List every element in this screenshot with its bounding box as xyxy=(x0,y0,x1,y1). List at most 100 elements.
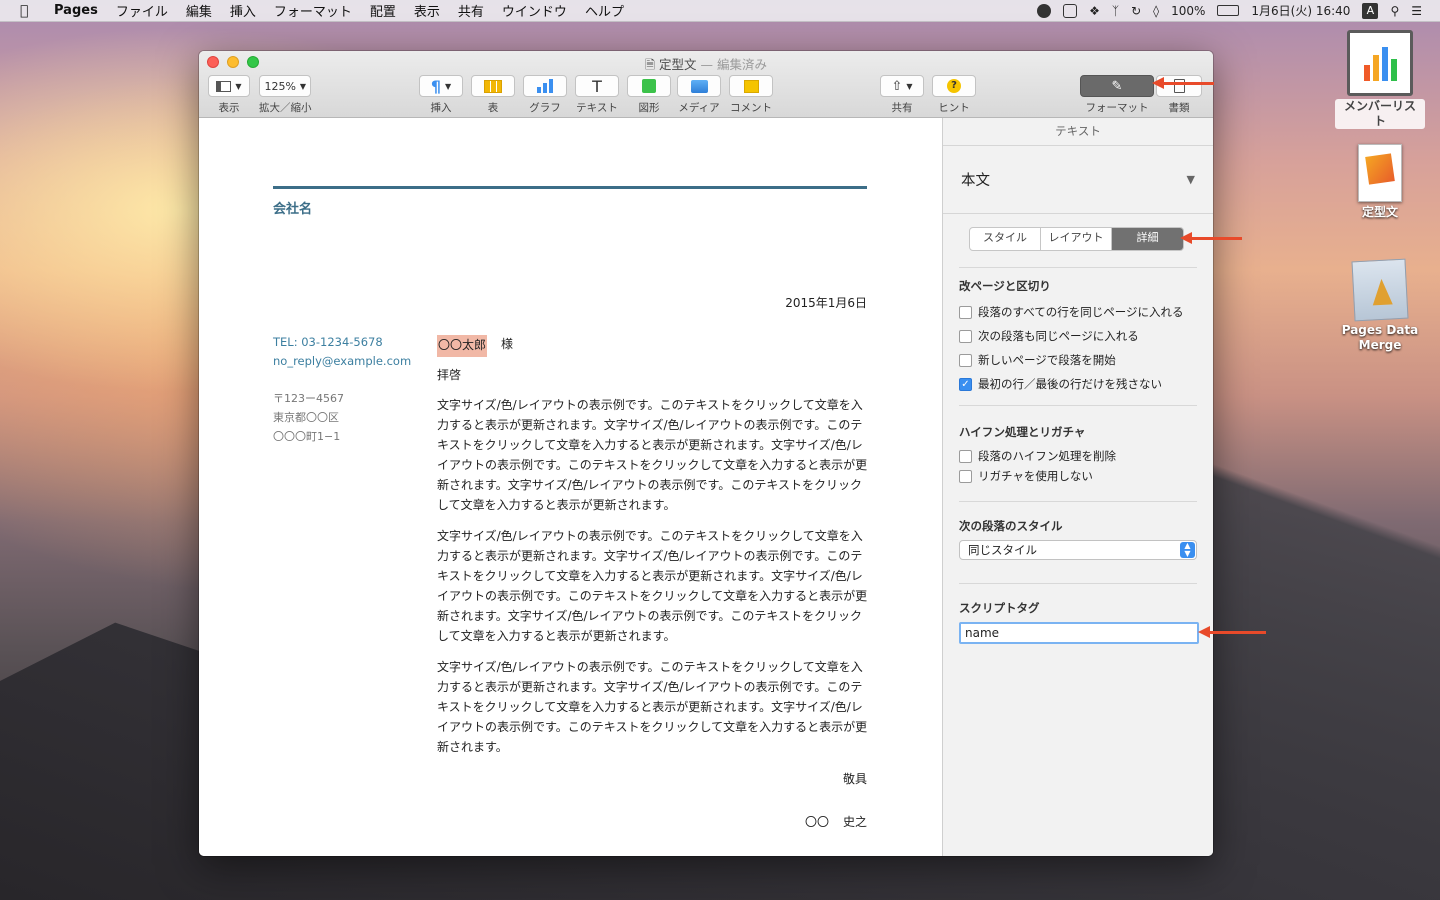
numbers-file-icon xyxy=(1347,30,1413,96)
document-canvas[interactable]: 会社名 2015年1月6日 TEL: 03-1234-5678 no_reply… xyxy=(199,118,942,856)
signature-prefix[interactable]: 〇〇 xyxy=(805,813,829,830)
company-name[interactable]: 会社名 xyxy=(273,198,312,217)
toolbar-view[interactable]: ▼ 表示 xyxy=(208,75,250,115)
menu-help[interactable]: ヘルプ xyxy=(585,1,624,20)
menu-view[interactable]: 表示 xyxy=(414,1,440,20)
checkbox-row[interactable]: 次の段落も同じページに入れる xyxy=(959,324,1197,348)
menu-bar:  Pages ファイル 編集 挿入 フォーマット 配置 表示 共有 ウインドウ… xyxy=(0,0,1440,22)
menu-app-pages[interactable]: Pages xyxy=(54,3,98,18)
spotlight-search-icon[interactable]: ⚲ xyxy=(1390,4,1399,18)
toolbar-insert[interactable]: ¶ ▼ 挿入 xyxy=(419,75,463,115)
address-line[interactable]: 〇〇〇町1−1 xyxy=(273,427,344,446)
closing[interactable]: 敬具 xyxy=(843,770,867,787)
checkbox-row[interactable]: 段落のハイフン処理を削除 xyxy=(959,446,1197,466)
view-button[interactable]: ▼ xyxy=(208,75,250,97)
inspector-tabs: スタイル レイアウト 詳細 xyxy=(969,227,1184,251)
toolbar-chart[interactable]: グラフ xyxy=(523,75,567,115)
checkbox-checked[interactable]: ✓ xyxy=(959,377,972,391)
clock[interactable]: 1月6日(火) 16:40 xyxy=(1251,2,1350,19)
checkbox[interactable] xyxy=(959,469,972,483)
status-circle-icon[interactable] xyxy=(1037,3,1052,18)
zoom-value: 125% xyxy=(264,79,296,93)
battery-icon[interactable] xyxy=(1217,5,1240,16)
desktop-icon-template-doc[interactable]: 定型文 xyxy=(1335,144,1425,220)
desktop-icon-member-list[interactable]: メンバーリスト xyxy=(1335,30,1425,129)
apple-menu-icon[interactable]:  xyxy=(20,3,40,19)
paintbrush-icon: ✎ xyxy=(1111,78,1123,94)
tips-button[interactable]: ? xyxy=(932,75,976,97)
table-button[interactable] xyxy=(471,75,515,97)
menu-insert[interactable]: 挿入 xyxy=(230,1,256,20)
recipient-suffix[interactable]: 様 xyxy=(501,335,513,357)
text-button[interactable]: T xyxy=(575,75,619,97)
contact-email[interactable]: no_reply@example.com xyxy=(273,352,411,371)
checkbox-row[interactable]: リガチャを使用しない xyxy=(959,466,1197,486)
toolbar-zoom[interactable]: 125% ▼ 拡大／縮小 xyxy=(259,75,312,115)
toolbar-shape[interactable]: 図形 xyxy=(627,75,671,115)
signature-name[interactable]: 史之 xyxy=(843,813,867,830)
time-machine-icon[interactable]: ↻ xyxy=(1131,4,1141,18)
wifi-icon[interactable]: ◊ xyxy=(1153,4,1159,18)
checkbox-row[interactable]: 新しいページで段落を開始 xyxy=(959,348,1197,372)
disclosure-triangle-icon[interactable]: ▼ xyxy=(1187,173,1195,186)
toolbar-share[interactable]: ⇧ ▼ 共有 xyxy=(880,75,924,115)
toolbar-comment[interactable]: コメント xyxy=(729,75,773,115)
menu-format[interactable]: フォーマット xyxy=(274,1,352,20)
checkbox[interactable] xyxy=(959,353,972,367)
toolbar-table[interactable]: 表 xyxy=(471,75,515,115)
comment-button[interactable] xyxy=(729,75,773,97)
share-button[interactable]: ⇧ ▼ xyxy=(880,75,924,97)
letter-date[interactable]: 2015年1月6日 xyxy=(785,294,867,311)
checkbox-row[interactable]: 段落のすべての行を同じページに入れる xyxy=(959,300,1197,324)
tab-more[interactable]: 詳細 xyxy=(1112,228,1183,250)
chart-button[interactable] xyxy=(523,75,567,97)
header-rule xyxy=(273,186,867,189)
address-line[interactable]: 〒123ー4567 xyxy=(273,389,344,408)
media-button[interactable] xyxy=(677,75,721,97)
toolbar-text[interactable]: T テキスト xyxy=(575,75,619,115)
input-source-badge[interactable]: A xyxy=(1362,2,1379,19)
window-title: 🗎 定型文 — 編集済み xyxy=(199,54,1213,77)
signature: 〇〇 史之 xyxy=(805,813,867,830)
zoom-select[interactable]: 125% ▼ xyxy=(259,75,312,97)
dropbox-icon[interactable]: ❖ xyxy=(1089,4,1100,18)
sidebar-view-icon xyxy=(216,80,232,92)
body-paragraph[interactable]: 文字サイズ/色/レイアウトの表示例です。このテキストをクリックして文章を入力する… xyxy=(437,395,869,515)
shape-button[interactable] xyxy=(627,75,671,97)
format-button[interactable]: ✎ xyxy=(1080,75,1154,97)
menu-arrange[interactable]: 配置 xyxy=(370,1,396,20)
next-style-select[interactable]: 同じスタイル ▲ ▼ xyxy=(959,540,1197,560)
toolbar-media[interactable]: メディア xyxy=(677,75,721,115)
tab-style[interactable]: スタイル xyxy=(970,228,1041,250)
photo-icon xyxy=(690,79,708,93)
checkbox-row[interactable]: ✓ 最初の行／最後の行だけを残さない xyxy=(959,372,1197,396)
checkbox[interactable] xyxy=(959,449,972,463)
toolbar-format[interactable]: ✎ フォーマット xyxy=(1080,75,1154,115)
body-paragraph[interactable]: 文字サイズ/色/レイアウトの表示例です。このテキストをクリックして文章を入力する… xyxy=(437,526,869,646)
recipient-name-highlight[interactable]: 〇〇太郎 xyxy=(437,335,488,357)
window-titlebar: 🗎 定型文 — 編集済み ▼ 表示 125% ▼ 拡大／縮小 ¶ ▼ 挿入 表 … xyxy=(199,51,1213,118)
document-icon[interactable] xyxy=(1063,3,1078,18)
tab-layout[interactable]: レイアウト xyxy=(1041,228,1112,250)
address-line[interactable]: 東京都〇〇区 xyxy=(273,408,344,427)
menu-window[interactable]: ウインドウ xyxy=(502,1,567,20)
greeting[interactable]: 拝啓 xyxy=(437,366,461,383)
menu-file[interactable]: ファイル xyxy=(116,1,168,20)
bluetooth-icon[interactable]: ᛉ xyxy=(1112,4,1119,18)
address-block: 〒123ー4567 東京都〇〇区 〇〇〇町1−1 xyxy=(273,389,344,446)
desktop-icon-pages-data-merge[interactable]: Pages Data Merge xyxy=(1335,258,1425,353)
script-tag-input[interactable]: name xyxy=(959,622,1199,644)
body-paragraph[interactable]: 文字サイズ/色/レイアウトの表示例です。このテキストをクリックして文章を入力する… xyxy=(437,657,869,757)
toolbar-tips[interactable]: ? ヒント xyxy=(932,75,976,115)
menu-share[interactable]: 共有 xyxy=(458,1,484,20)
paragraph-style-popup[interactable]: 本文 ▼ xyxy=(943,146,1213,214)
format-inspector: テキスト 本文 ▼ スタイル レイアウト 詳細 改ページと区切り 段落のすべての… xyxy=(942,118,1213,856)
insert-button[interactable]: ¶ ▼ xyxy=(419,75,463,97)
annotation-arrow-more-tab xyxy=(1180,232,1242,244)
menu-edit[interactable]: 編集 xyxy=(186,1,212,20)
notification-center-icon[interactable]: ☰ xyxy=(1411,4,1422,18)
window-edited-status: 編集済み xyxy=(717,57,768,72)
contact-tel[interactable]: TEL: 03-1234-5678 xyxy=(273,333,411,352)
checkbox[interactable] xyxy=(959,305,972,319)
checkbox[interactable] xyxy=(959,329,972,343)
